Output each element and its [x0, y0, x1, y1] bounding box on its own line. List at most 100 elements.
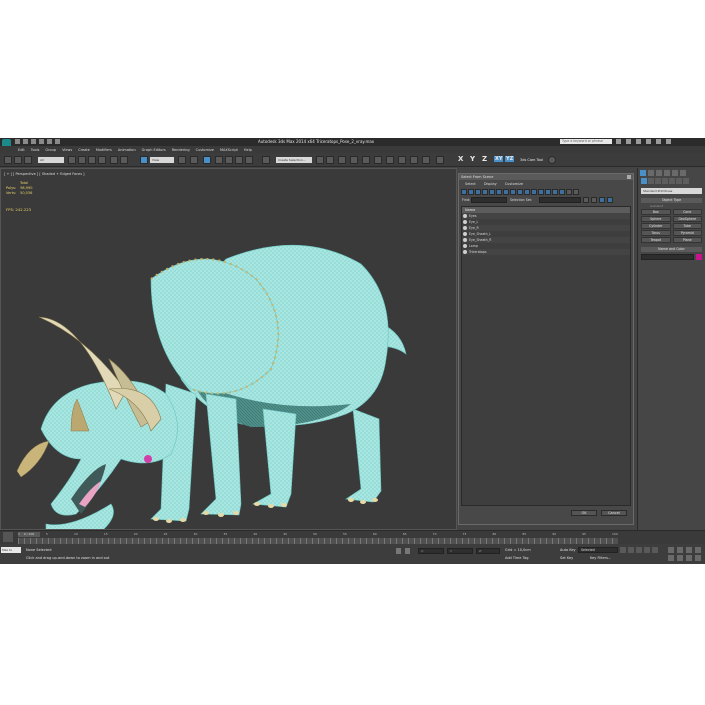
menu-graph-editors[interactable]: Graph Editors [142, 148, 166, 152]
teapot-button[interactable]: Teapot [641, 237, 671, 243]
maximize-viewport-icon[interactable] [695, 555, 701, 561]
auto-key-button[interactable]: Auto Key [560, 548, 576, 552]
z-coordinate-field[interactable]: Z: [476, 548, 500, 554]
autogrid-checkbox[interactable]: AutoGrid [650, 204, 693, 208]
mirror-icon[interactable] [316, 156, 324, 164]
menu-help[interactable]: Help [244, 148, 252, 152]
render-iterative-icon[interactable] [436, 156, 444, 164]
select-object-icon[interactable] [68, 156, 76, 164]
create-tab-icon[interactable] [640, 170, 646, 176]
display-shapes-icon[interactable] [468, 188, 474, 195]
y-coordinate-field[interactable]: Y: [447, 548, 473, 554]
display-tab-icon[interactable] [672, 170, 678, 176]
select-move-icon[interactable] [110, 156, 118, 164]
viewport-label[interactable]: [ + ] [ Perspective ] [ Shaded + Edged F… [4, 172, 85, 176]
save-file-icon[interactable] [31, 139, 36, 144]
render-production-icon[interactable] [422, 156, 430, 164]
menu-edit[interactable]: Edit [18, 148, 25, 152]
search-input[interactable]: Type a keyword or phrase [560, 139, 612, 144]
communication-icon[interactable] [626, 139, 631, 144]
name-and-color-rollout[interactable]: Name and Color [641, 247, 702, 252]
field-of-view-icon[interactable] [668, 555, 674, 561]
orbit-icon[interactable] [686, 555, 692, 561]
go-to-start-icon[interactable] [620, 547, 626, 553]
x-coordinate-field[interactable]: X: [418, 548, 444, 554]
unlink-icon[interactable] [14, 156, 22, 164]
axis-x-button[interactable]: X [458, 155, 463, 163]
display-hidden-icon[interactable] [538, 188, 544, 195]
previous-frame-icon[interactable] [628, 547, 634, 553]
find-input[interactable] [471, 197, 507, 203]
cam-tool-label[interactable]: 3ds Cam Tool [520, 158, 543, 162]
menu-create[interactable]: Create [78, 148, 90, 152]
display-frozen-icon[interactable] [531, 188, 537, 195]
go-to-end-icon[interactable] [652, 547, 658, 553]
cylinder-button[interactable]: Cylinder [641, 223, 671, 229]
subscription-icon[interactable] [616, 139, 621, 144]
hierarchy-tab-icon[interactable] [656, 170, 662, 176]
display-xrefs-icon[interactable] [510, 188, 516, 195]
link-icon[interactable] [4, 156, 12, 164]
sort-icon[interactable] [566, 188, 572, 195]
tube-button[interactable]: Tube [672, 223, 702, 229]
display-helpers-icon[interactable] [489, 188, 495, 195]
graphite-toolbar-icon[interactable] [350, 156, 358, 164]
percent-snap-icon[interactable] [235, 156, 243, 164]
schematic-view-icon[interactable] [374, 156, 382, 164]
help-icon[interactable] [646, 139, 651, 144]
triceratops-model[interactable] [1, 169, 457, 530]
zoom-extents-icon[interactable] [686, 547, 692, 553]
primitive-category-dropdown[interactable]: Standard Primitives [641, 188, 702, 194]
find-regex-icon[interactable] [599, 197, 605, 203]
add-time-tag-button[interactable]: Add Time Tag [505, 556, 529, 560]
find-case-sensitive-icon[interactable] [583, 197, 589, 203]
edit-named-selection-icon[interactable] [262, 156, 270, 164]
material-editor-icon[interactable] [386, 156, 394, 164]
axis-xy-button[interactable]: XY [494, 156, 504, 162]
key-mode-dropdown[interactable]: Selected [578, 547, 618, 553]
space-warps-icon[interactable] [676, 178, 682, 184]
display-none-icon[interactable] [552, 188, 558, 195]
reference-coordinate-dropdown[interactable]: View [150, 157, 174, 163]
minimize-icon[interactable] [656, 139, 661, 144]
find-options-icon[interactable] [607, 197, 613, 203]
render-setup-icon[interactable] [398, 156, 406, 164]
close-icon[interactable] [666, 139, 671, 144]
keyboard-shortcut-override-icon[interactable] [203, 156, 211, 164]
display-groups-icon[interactable] [503, 188, 509, 195]
project-folder-icon[interactable] [55, 139, 60, 144]
lock-selection-icon[interactable] [396, 548, 401, 554]
object-name-input[interactable] [641, 254, 694, 260]
absolute-mode-icon[interactable] [405, 548, 410, 554]
axis-z-button[interactable]: Z [482, 155, 487, 163]
display-bones-icon[interactable] [517, 188, 523, 195]
zoom-all-icon[interactable] [677, 547, 683, 553]
display-geometry-icon[interactable] [461, 188, 467, 195]
menu-group[interactable]: Group [45, 148, 56, 152]
cameras-icon[interactable] [662, 178, 668, 184]
ok-button[interactable]: OK [571, 510, 597, 516]
window-crossing-icon[interactable] [98, 156, 106, 164]
favorites-icon[interactable] [636, 139, 641, 144]
selection-filter-dropdown[interactable]: All [38, 157, 64, 163]
cone-button[interactable]: Cone [672, 209, 702, 215]
perspective-viewport[interactable]: [ + ] [ Perspective ] [ Shaded + Edged F… [0, 168, 457, 530]
utilities-tab-icon[interactable] [680, 170, 686, 176]
dialog-menu-display[interactable]: Display [484, 182, 497, 186]
object-type-rollout[interactable]: Object Type [641, 198, 702, 203]
dialog-menu-customize[interactable]: Customize [505, 182, 523, 186]
mini-curve-editor-icon[interactable] [3, 532, 13, 542]
menu-rendering[interactable]: Rendering [172, 148, 190, 152]
key-filters-button[interactable]: Key Filters... [590, 556, 611, 560]
dialog-menu-select[interactable]: Select [465, 182, 476, 186]
menu-modifiers[interactable]: Modifiers [96, 148, 112, 152]
menu-customize[interactable]: Customize [196, 148, 214, 152]
maxscript-listener-input[interactable]: Max to [1, 547, 21, 553]
menu-tools[interactable]: Tools [31, 148, 40, 152]
zoom-extents-all-icon[interactable] [695, 547, 701, 553]
display-lights-icon[interactable] [475, 188, 481, 195]
axis-yz-button[interactable]: YZ [505, 156, 515, 162]
menu-views[interactable]: Views [62, 148, 72, 152]
rendered-frame-window-icon[interactable] [410, 156, 418, 164]
named-selection-dropdown[interactable]: Create Selection... [276, 157, 312, 163]
